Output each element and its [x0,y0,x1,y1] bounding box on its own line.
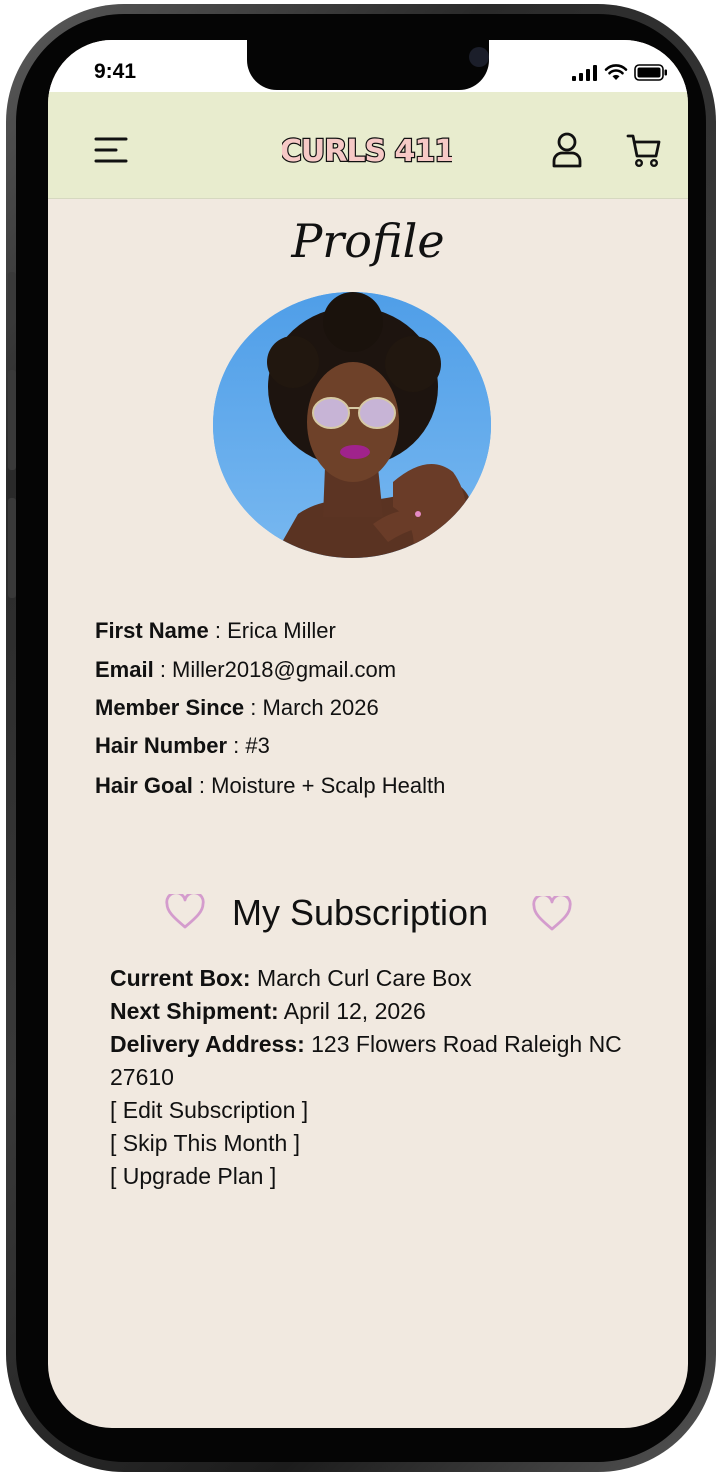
front-camera [469,47,489,67]
menu-icon[interactable] [94,136,128,164]
info-email: Email : Miller2018@gmail.com [95,657,396,683]
avatar-portrait [213,292,491,558]
next-shipment-row: Next Shipment: April 12, 2026 [110,995,670,1028]
phone-screen: 9:41 CURLS 411 Profile First Name: Eric… [48,40,688,1428]
page-title: Profile [291,214,445,268]
signal-icon [572,64,597,81]
current-box-value: March Curl Care Box [250,965,472,991]
skip-this-month-link[interactable]: [ Skip This Month ] [110,1127,670,1160]
brand-logo[interactable]: CURLS 411 [282,130,452,170]
info-value: Miller2018@gmail.com [172,657,397,682]
upgrade-plan-link[interactable]: [ Upgrade Plan ] [110,1160,670,1193]
current-box-row: Current Box: March Curl Care Box [110,962,670,995]
delivery-address-label: Delivery Address: [110,1031,305,1057]
subscription-heading: My Subscription [48,890,688,940]
notch [247,40,489,90]
info-hair-number: Hair Number : #3 [95,733,270,759]
app-header: CURLS 411 [48,92,688,199]
next-shipment-value: April 12, 2026 [278,998,426,1024]
info-separator: : [153,657,173,682]
battery-icon [634,64,667,81]
info-separator: : [192,773,212,798]
info-value: March 2026 [262,695,379,720]
info-value: #3 [245,733,270,758]
info-separator: : [244,695,263,720]
info-first-name: First Name : Erica Miller [95,618,336,644]
subscription-title: My Subscription [232,892,489,933]
info-hair-goal: Hair Goal : Moisture + Scalp Health [95,773,445,799]
wifi-icon [604,64,628,80]
status-time: 9:41 [94,60,137,83]
account-icon[interactable] [551,132,583,168]
brand-logo-text: CURLS 411 [282,134,452,169]
info-value: Moisture + Scalp Health [211,773,446,798]
next-shipment-label: Next Shipment: [110,998,279,1024]
edit-subscription-link[interactable]: [ Edit Subscription ] [110,1094,670,1127]
info-label: Hair Goal [95,773,193,798]
current-box-label: Current Box: [110,965,251,991]
info-label: Hair Number [95,733,228,758]
volume-down-button [8,498,16,598]
status-bar: 9:41 [48,40,688,92]
info-separator: : [227,733,246,758]
info-member-since: Member Since : March 2026 [95,695,379,721]
delivery-address-row: Delivery Address: 123 Flowers Road Ralei… [110,1028,670,1094]
status-icons [572,64,668,81]
info-label: Email [95,657,154,682]
info-value: Erica Miller [227,618,336,643]
info-label: First Name [95,618,209,643]
heart-icon [532,896,572,931]
heart-icon [165,894,205,929]
profile-avatar[interactable] [213,292,491,558]
info-label: Member Since [95,695,245,720]
silent-switch [8,272,16,324]
info-separator: : [208,618,228,643]
volume-up-button [8,370,16,470]
subscription-details: Current Box: March Curl Care Box Next Sh… [110,962,670,1193]
cart-icon[interactable] [626,132,662,168]
